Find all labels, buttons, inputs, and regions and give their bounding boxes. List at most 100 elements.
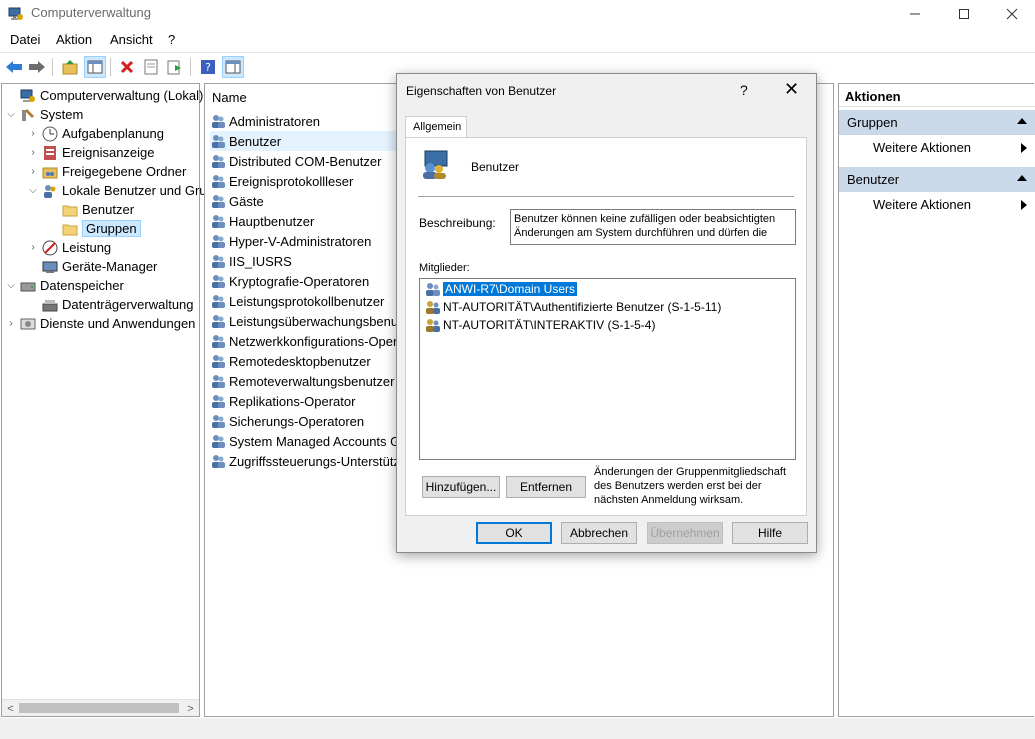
members-list[interactable]: ANWI-R7\Domain Users NT-AUTORITÄT\Authen… [419,278,796,460]
expand-icon[interactable]: › [4,318,18,329]
actions-title: Aktionen [839,84,1035,107]
group-list-item[interactable]: Distributed COM-Benutzer [210,151,400,171]
properties-button[interactable] [140,56,162,78]
tree-item-system[interactable]: ⌵ System [4,105,83,124]
column-header-name[interactable]: Name [205,84,395,109]
arrow-left-icon [6,61,22,73]
group-list-item[interactable]: System Managed Accounts Group [210,431,400,451]
show-action-pane-button[interactable] [222,56,244,78]
scrollbar-thumb[interactable] [19,703,179,713]
group-list-item-label: Benutzer [229,133,282,149]
add-member-button[interactable]: Hinzufügen... [422,476,500,498]
group-list-item[interactable]: Sicherungs-Operatoren [210,411,400,431]
collapse-icon[interactable]: ⌵ [4,280,18,291]
tree-item-groups[interactable]: Gruppen [46,219,141,238]
group-list-item[interactable]: Leistungsprotokollbenutzer [210,291,400,311]
tree-item-device-manager[interactable]: Geräte-Manager [26,257,157,276]
tree-item-storage[interactable]: ⌵ Datenspeicher [4,276,124,295]
storage-icon [20,282,36,291]
group-list-item[interactable]: Hyper-V-Administratoren [210,231,400,251]
group-list-item[interactable]: Benutzer [210,131,400,151]
group-list-item[interactable]: Remoteverwaltungsbenutzer [210,371,400,391]
expand-icon[interactable]: › [26,242,40,253]
close-icon [1006,8,1018,19]
member-item[interactable]: ANWI-R7\Domain Users [424,280,578,298]
menu-help[interactable]: ? [168,32,175,47]
group-list-item[interactable]: Leistungsüberwachungsbenutzer [210,311,400,331]
expand-icon[interactable]: › [26,166,40,177]
tree-horizontal-scrollbar[interactable]: < > [2,699,199,716]
group-list-item[interactable]: Zugriffssteuerungs-Unterstützungsoperato… [210,451,400,471]
collapse-up-icon[interactable] [1017,118,1027,124]
actions-section-users[interactable]: Benutzer [839,167,1035,192]
group-list-item[interactable]: Netzwerkkonfigurations-Operatoren [210,331,400,351]
ok-button[interactable]: OK [476,522,552,544]
collapse-icon[interactable]: ⌵ [26,185,40,196]
scroll-right-icon[interactable]: > [182,700,199,717]
tree-item-disk-management[interactable]: Datenträgerverwaltung [26,295,194,314]
menu-ansicht[interactable]: Ansicht [110,32,153,47]
collapse-icon[interactable]: ⌵ [4,109,18,120]
group-icon [212,275,225,288]
tree-item-event-viewer[interactable]: › Ereignisanzeige [26,143,154,162]
dialog-help-icon[interactable]: ? [740,82,748,98]
group-list-item[interactable]: IIS_IUSRS [210,251,400,271]
title-bar: Computerverwaltung [0,0,1035,27]
scroll-left-icon[interactable]: < [2,700,19,717]
member-item[interactable]: NT-AUTORITÄT\INTERAKTIV (S-1-5-4) [424,316,655,334]
export-list-button[interactable] [164,56,186,78]
dialog-close-icon[interactable]: ✕ [784,79,799,100]
group-list-item[interactable]: Administratoren [210,111,400,131]
group-name: Benutzer [471,160,520,174]
group-icon [212,255,225,268]
menu-datei[interactable]: Datei [10,32,40,47]
dialog-title: Eigenschaften von Benutzer [406,84,557,98]
tree-item-performance[interactable]: › Leistung [26,238,111,257]
tab-general[interactable]: Allgemein [405,116,467,138]
event-viewer-icon [44,145,56,160]
back-button[interactable] [3,56,25,78]
tree-item-shared-folders[interactable]: › Freigegebene Ordner [26,162,186,181]
action-more-actions-users[interactable]: Weitere Aktionen [873,197,1027,212]
apply-button[interactable]: Übernehmen [647,522,723,544]
folder-icon [62,224,78,235]
show-tree-button[interactable] [84,56,106,78]
help-button[interactable]: ? [197,56,219,78]
group-list-item[interactable]: Remotedesktopbenutzer [210,351,400,371]
group-icon [212,335,225,348]
remove-member-button[interactable]: Entfernen [506,476,586,498]
action-more-actions-groups[interactable]: Weitere Aktionen [873,140,1027,155]
help-dialog-button[interactable]: Hilfe [732,522,808,544]
minimize-button[interactable] [892,0,938,27]
forward-button[interactable] [26,56,48,78]
up-folder-button[interactable] [59,56,81,78]
local-users-icon [44,184,56,198]
description-field[interactable]: Benutzer können keine zufälligen oder be… [510,209,796,245]
group-list-item[interactable]: Gäste [210,191,400,211]
group-list-item[interactable]: Ereignisprotokollleser [210,171,400,191]
group-list-item[interactable]: Hauptbenutzer [210,211,400,231]
group-list-item-label: Remoteverwaltungsbenutzer [229,373,395,389]
close-window-button[interactable] [989,0,1035,27]
group-list-item[interactable]: Kryptografie-Operatoren [210,271,400,291]
properties-icon [144,59,158,75]
menu-aktion[interactable]: Aktion [56,32,92,47]
group-icon [212,455,225,468]
actions-section-groups[interactable]: Gruppen [839,110,1035,135]
group-list-item[interactable]: Replikations-Operator [210,391,400,411]
delete-button[interactable] [116,56,138,78]
cancel-button[interactable]: Abbrechen [561,522,637,544]
maximize-button[interactable] [941,0,987,27]
tree-item-services-apps[interactable]: › Dienste und Anwendungen [4,314,195,333]
tree-item-users[interactable]: Benutzer [46,200,134,219]
group-icon [212,355,225,368]
group-icon [212,375,225,388]
tree-item-task-scheduler[interactable]: › Aufgabenplanung [26,124,164,143]
tree-item-computer-management[interactable]: Computerverwaltung (Lokal) [4,86,203,105]
expand-icon[interactable]: › [26,128,40,139]
collapse-up-icon[interactable] [1017,175,1027,181]
member-item[interactable]: NT-AUTORITÄT\Authentifizierte Benutzer (… [424,298,721,316]
expand-icon[interactable]: › [26,147,40,158]
disk-management-icon [42,299,58,311]
status-bar [0,718,1035,739]
